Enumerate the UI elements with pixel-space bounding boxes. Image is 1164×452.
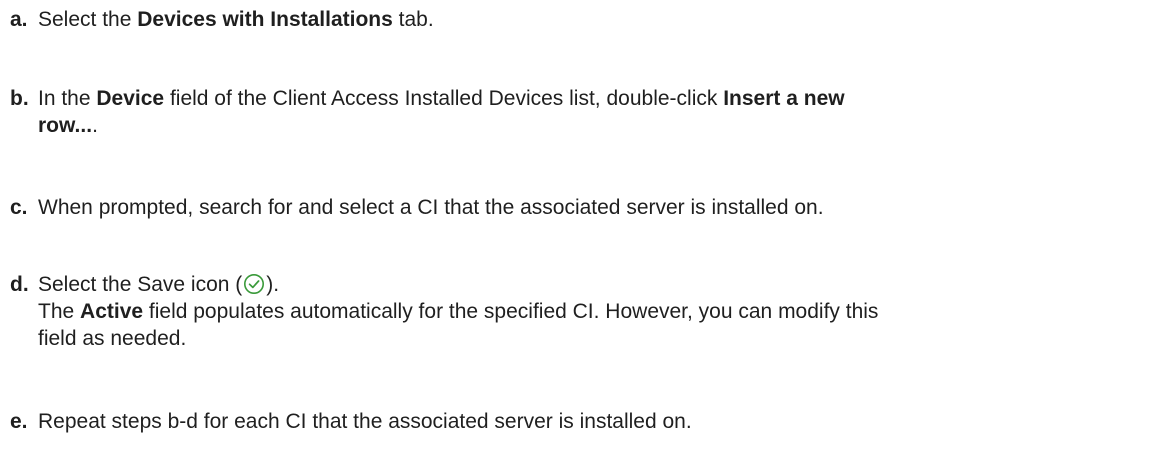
field-name: Active [80, 300, 144, 323]
tab-name: Devices with Installations [137, 8, 393, 31]
step-marker: d. [10, 273, 29, 296]
step-text: In the [38, 87, 97, 110]
step-marker: b. [10, 87, 29, 110]
step-c: c. When prompted, search for and select a… [10, 194, 1156, 221]
command-name: Insert a new [723, 87, 845, 110]
note-text-continued: field as needed. [38, 327, 187, 350]
step-b: b. In the Device field of the Client Acce… [10, 85, 1156, 139]
step-marker: a. [10, 8, 28, 31]
step-text: field of the Client Access Installed Dev… [164, 87, 724, 110]
step-a: a. Select the Devices with Installations … [10, 6, 1156, 33]
step-text: Select the Save icon ( [38, 273, 243, 296]
step-text: ). [266, 273, 280, 296]
step-d: d. Select the Save icon (). The Active fi… [10, 271, 1156, 352]
step-text: Select the [38, 8, 138, 31]
step-e: e. Repeat steps b-d for each CI that the … [10, 408, 1156, 435]
note-text: field populates automatically for the sp… [143, 300, 879, 323]
step-text: When prompted, search for and select a C… [38, 196, 824, 219]
step-text: Repeat steps b-d for each CI that the as… [38, 410, 692, 433]
field-name: Device [96, 87, 165, 110]
note-text: The [38, 300, 81, 323]
step-marker: e. [10, 410, 28, 433]
command-name-continued: row... [38, 114, 93, 137]
step-marker: c. [10, 196, 28, 219]
step-text: tab. [392, 8, 434, 31]
step-text: . [92, 114, 98, 137]
save-check-circle-icon [243, 273, 265, 295]
